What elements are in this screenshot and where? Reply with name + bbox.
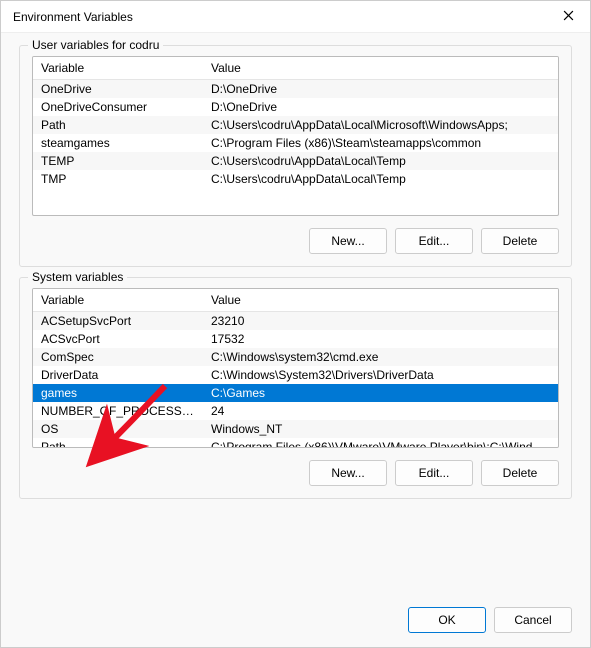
- var-value: C:\Program Files (x86)\Steam\steamapps\c…: [203, 134, 558, 152]
- var-value: C:\Program Files (x86)\VMware\VMware Pla…: [203, 438, 558, 448]
- user-col-value[interactable]: Value: [203, 57, 558, 80]
- var-name: OneDriveConsumer: [33, 98, 203, 116]
- system-variables-group: System variables Variable Value ACSetupS…: [19, 277, 572, 499]
- table-row[interactable]: gamesC:\Games: [33, 384, 558, 402]
- var-name: NUMBER_OF_PROCESSORS: [33, 402, 203, 420]
- table-row[interactable]: OSWindows_NT: [33, 420, 558, 438]
- var-name: ACSetupSvcPort: [33, 312, 203, 331]
- user-col-variable[interactable]: Variable: [33, 57, 203, 80]
- user-new-button[interactable]: New...: [309, 228, 387, 254]
- var-value: D:\OneDrive: [203, 80, 558, 99]
- system-button-row: New... Edit... Delete: [32, 460, 559, 486]
- user-variables-group: User variables for codru Variable Value …: [19, 45, 572, 267]
- table-row[interactable]: DriverDataC:\Windows\System32\Drivers\Dr…: [33, 366, 558, 384]
- table-row[interactable]: OneDriveConsumerD:\OneDrive: [33, 98, 558, 116]
- var-name: OneDrive: [33, 80, 203, 99]
- system-variables-list[interactable]: Variable Value ACSetupSvcPort23210ACSvcP…: [32, 288, 559, 448]
- system-col-value[interactable]: Value: [203, 289, 558, 312]
- user-variables-list[interactable]: Variable Value OneDriveD:\OneDriveOneDri…: [32, 56, 559, 216]
- var-value: C:\Users\codru\AppData\Local\Microsoft\W…: [203, 116, 558, 134]
- system-new-button[interactable]: New...: [309, 460, 387, 486]
- close-button[interactable]: [554, 3, 582, 31]
- system-col-variable[interactable]: Variable: [33, 289, 203, 312]
- user-edit-button[interactable]: Edit...: [395, 228, 473, 254]
- system-edit-button[interactable]: Edit...: [395, 460, 473, 486]
- var-name: DriverData: [33, 366, 203, 384]
- table-row[interactable]: TMPC:\Users\codru\AppData\Local\Temp: [33, 170, 558, 188]
- var-value: C:\Users\codru\AppData\Local\Temp: [203, 170, 558, 188]
- table-row[interactable]: TEMPC:\Users\codru\AppData\Local\Temp: [33, 152, 558, 170]
- dialog-body: User variables for codru Variable Value …: [1, 33, 590, 647]
- system-group-title: System variables: [28, 270, 127, 284]
- var-name: Path: [33, 438, 203, 448]
- var-name: ComSpec: [33, 348, 203, 366]
- env-vars-dialog: Environment Variables User variables for…: [0, 0, 591, 648]
- var-name: games: [33, 384, 203, 402]
- table-row[interactable]: OneDriveD:\OneDrive: [33, 80, 558, 99]
- var-value: 23210: [203, 312, 558, 331]
- user-group-title: User variables for codru: [28, 38, 163, 52]
- table-row[interactable]: ComSpecC:\Windows\system32\cmd.exe: [33, 348, 558, 366]
- var-value: D:\OneDrive: [203, 98, 558, 116]
- var-value: C:\Users\codru\AppData\Local\Temp: [203, 152, 558, 170]
- table-row[interactable]: ACSetupSvcPort23210: [33, 312, 558, 331]
- user-delete-button[interactable]: Delete: [481, 228, 559, 254]
- var-name: Path: [33, 116, 203, 134]
- table-row[interactable]: ACSvcPort17532: [33, 330, 558, 348]
- window-title: Environment Variables: [13, 10, 554, 24]
- var-value: C:\Games: [203, 384, 558, 402]
- var-value: Windows_NT: [203, 420, 558, 438]
- table-row[interactable]: PathC:\Program Files (x86)\VMware\VMware…: [33, 438, 558, 448]
- var-value: C:\Windows\System32\Drivers\DriverData: [203, 366, 558, 384]
- user-button-row: New... Edit... Delete: [32, 228, 559, 254]
- table-row[interactable]: steamgamesC:\Program Files (x86)\Steam\s…: [33, 134, 558, 152]
- var-name: ACSvcPort: [33, 330, 203, 348]
- ok-button[interactable]: OK: [408, 607, 486, 633]
- system-delete-button[interactable]: Delete: [481, 460, 559, 486]
- titlebar: Environment Variables: [1, 1, 590, 33]
- var-name: TEMP: [33, 152, 203, 170]
- var-name: TMP: [33, 170, 203, 188]
- var-name: steamgames: [33, 134, 203, 152]
- var-value: 17532: [203, 330, 558, 348]
- var-name: OS: [33, 420, 203, 438]
- table-row[interactable]: NUMBER_OF_PROCESSORS24: [33, 402, 558, 420]
- table-row[interactable]: PathC:\Users\codru\AppData\Local\Microso…: [33, 116, 558, 134]
- var-value: 24: [203, 402, 558, 420]
- dialog-footer: OK Cancel: [19, 601, 572, 633]
- cancel-button[interactable]: Cancel: [494, 607, 572, 633]
- close-icon: [563, 10, 574, 24]
- var-value: C:\Windows\system32\cmd.exe: [203, 348, 558, 366]
